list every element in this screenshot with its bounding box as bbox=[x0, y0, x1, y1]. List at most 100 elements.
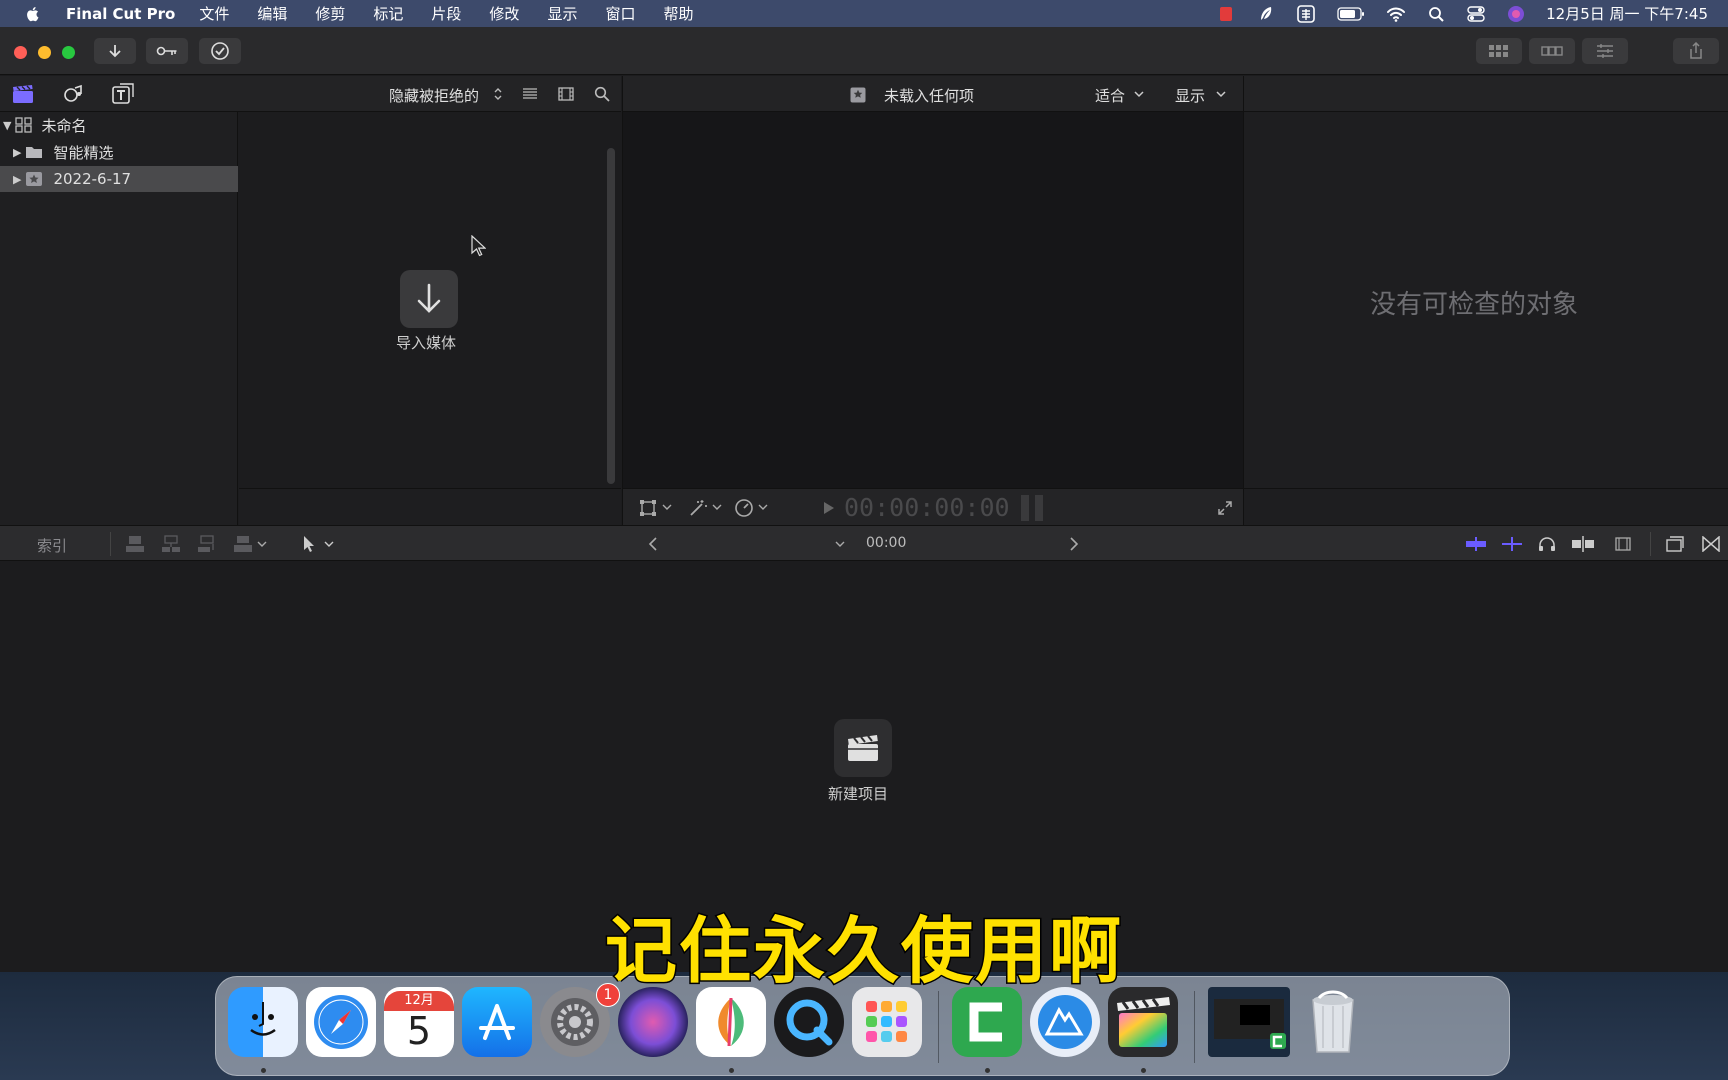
photos-audio-icon[interactable] bbox=[60, 82, 86, 106]
play-icon[interactable] bbox=[821, 500, 837, 516]
import-media-button[interactable] bbox=[400, 270, 458, 328]
skimming-icon[interactable] bbox=[1500, 534, 1524, 554]
menu-view[interactable]: 显示 bbox=[547, 3, 577, 24]
search-icon[interactable] bbox=[592, 85, 612, 103]
chevron-down-icon[interactable] bbox=[256, 538, 268, 550]
keywords-button[interactable] bbox=[146, 38, 188, 64]
titles-generators-icon[interactable] bbox=[110, 82, 136, 106]
forward-chevron-icon[interactable] bbox=[1066, 534, 1082, 554]
calendar-icon[interactable]: 12月 5 bbox=[384, 987, 454, 1057]
running-indicator bbox=[261, 1068, 266, 1073]
overwrite-clip-icon[interactable] bbox=[232, 534, 254, 554]
back-chevron-icon[interactable] bbox=[645, 534, 661, 554]
sidebar-item-label: 2022-6-17 bbox=[53, 170, 132, 188]
minimize-window-button[interactable] bbox=[38, 46, 51, 59]
chevron-down-icon[interactable] bbox=[834, 538, 846, 550]
view-options-popup[interactable]: 显示 bbox=[1175, 85, 1205, 106]
clip-appearance-icon[interactable] bbox=[556, 85, 576, 103]
show-timeline-button[interactable] bbox=[1529, 38, 1575, 64]
chevron-down-icon[interactable] bbox=[1133, 88, 1145, 100]
paw-icon[interactable] bbox=[696, 987, 766, 1057]
battery-icon[interactable] bbox=[1336, 6, 1366, 22]
background-tasks-button[interactable] bbox=[199, 38, 241, 64]
audio-meter-left bbox=[1021, 495, 1029, 521]
sidebar-item-event-2022-6-17[interactable]: ▶ 2022-6-17 bbox=[0, 166, 238, 192]
viewer-canvas[interactable] bbox=[622, 112, 1243, 488]
clip-appearance-icon[interactable] bbox=[1612, 534, 1634, 554]
list-view-icon[interactable] bbox=[520, 85, 540, 103]
chevron-down-icon[interactable] bbox=[711, 501, 723, 513]
filter-popup[interactable]: 隐藏被拒绝的 bbox=[389, 85, 479, 106]
libraries-clapper-icon[interactable] bbox=[10, 82, 36, 106]
fullscreen-expand-icon[interactable] bbox=[1215, 498, 1235, 518]
snapping-icon[interactable] bbox=[1570, 534, 1596, 554]
chevron-down-icon[interactable] bbox=[1215, 88, 1227, 100]
finder-icon[interactable] bbox=[228, 987, 298, 1057]
insert-clip-icon[interactable] bbox=[160, 534, 182, 554]
control-center-icon[interactable] bbox=[1466, 5, 1486, 22]
inspector-empty-message: 没有可检查的对象 bbox=[1370, 290, 1579, 320]
trash-icon[interactable] bbox=[1298, 987, 1368, 1057]
safari-icon[interactable] bbox=[306, 987, 376, 1057]
menu-help[interactable]: 帮助 bbox=[663, 3, 693, 24]
share-button[interactable] bbox=[1673, 38, 1719, 64]
video-waveforms-icon[interactable] bbox=[1464, 534, 1488, 554]
connect-clip-icon[interactable] bbox=[124, 534, 146, 554]
sidebar-library-row[interactable]: ▼ 未命名 bbox=[0, 112, 238, 138]
sidebar-item-smart-collections[interactable]: ▶ 智能精选 bbox=[0, 139, 238, 165]
record-indicator-icon[interactable] bbox=[1216, 6, 1236, 22]
filter-chevron-updown-icon[interactable] bbox=[492, 85, 504, 103]
disclosure-open-icon[interactable]: ▼ bbox=[3, 119, 11, 132]
input-method-icon[interactable] bbox=[1296, 4, 1316, 23]
wifi-icon[interactable] bbox=[1386, 6, 1406, 22]
calendar-month: 12月 bbox=[384, 991, 454, 1011]
close-window-button[interactable] bbox=[14, 46, 27, 59]
spotlight-search-icon[interactable] bbox=[1426, 6, 1446, 22]
headphones-icon[interactable] bbox=[1536, 534, 1558, 554]
siri-icon[interactable] bbox=[618, 987, 688, 1057]
chevron-down-icon[interactable] bbox=[661, 501, 673, 513]
enhancements-wand-icon[interactable] bbox=[687, 498, 709, 518]
retime-speedometer-icon[interactable] bbox=[733, 498, 755, 518]
transform-icon[interactable] bbox=[638, 498, 658, 518]
siri-icon[interactable] bbox=[1506, 5, 1526, 22]
import-button[interactable] bbox=[94, 38, 136, 64]
browser-content[interactable]: 导入媒体 bbox=[239, 112, 621, 488]
creative-cloud-icon[interactable] bbox=[1030, 987, 1100, 1057]
menu-edit[interactable]: 编辑 bbox=[257, 3, 287, 24]
app-store-icon[interactable] bbox=[462, 987, 532, 1057]
show-browser-button[interactable] bbox=[1476, 38, 1522, 64]
app-menu-final-cut-pro[interactable]: Final Cut Pro bbox=[66, 5, 175, 23]
viewer-timecode[interactable]: 00:00:00:00 bbox=[844, 493, 1010, 522]
feather-icon[interactable] bbox=[1256, 6, 1276, 22]
browser-scrollbar[interactable] bbox=[607, 148, 615, 484]
zoom-fit-popup[interactable]: 适合 bbox=[1095, 85, 1125, 106]
append-clip-icon[interactable] bbox=[196, 534, 218, 554]
show-inspector-button[interactable] bbox=[1582, 38, 1628, 64]
menu-modify[interactable]: 修改 bbox=[489, 3, 519, 24]
menu-window[interactable]: 窗口 bbox=[605, 3, 635, 24]
library-name: 未命名 bbox=[41, 116, 87, 135]
effects-browser-icon[interactable] bbox=[1664, 534, 1686, 554]
camtasia-icon[interactable] bbox=[952, 987, 1022, 1057]
menubar-clock[interactable]: 12月5日 周一 下午7:45 bbox=[1546, 3, 1708, 24]
chevron-down-icon[interactable] bbox=[323, 538, 335, 550]
menu-trim[interactable]: 修剪 bbox=[315, 3, 345, 24]
disclosure-closed-icon[interactable]: ▶ bbox=[13, 173, 21, 186]
chevron-down-icon[interactable] bbox=[757, 501, 769, 513]
transitions-browser-icon[interactable] bbox=[1700, 534, 1722, 554]
launchpad-icon[interactable] bbox=[852, 987, 922, 1057]
menu-file[interactable]: 文件 bbox=[199, 3, 229, 24]
zoom-window-button[interactable] bbox=[62, 46, 75, 59]
timeline-index-button[interactable]: 索引 bbox=[37, 535, 67, 556]
menu-clip[interactable]: 片段 bbox=[431, 3, 461, 24]
browser-header: 隐藏被拒绝的 bbox=[0, 76, 621, 112]
new-project-button[interactable] bbox=[834, 719, 892, 777]
select-tool-arrow-icon[interactable] bbox=[301, 534, 317, 554]
final-cut-pro-icon[interactable] bbox=[1108, 987, 1178, 1057]
disclosure-closed-icon[interactable]: ▶ bbox=[13, 146, 21, 159]
menu-mark[interactable]: 标记 bbox=[373, 3, 403, 24]
quicktime-icon[interactable] bbox=[774, 987, 844, 1057]
apple-menu-icon[interactable] bbox=[24, 5, 42, 23]
screenshot-thumb-icon[interactable] bbox=[1208, 987, 1290, 1057]
